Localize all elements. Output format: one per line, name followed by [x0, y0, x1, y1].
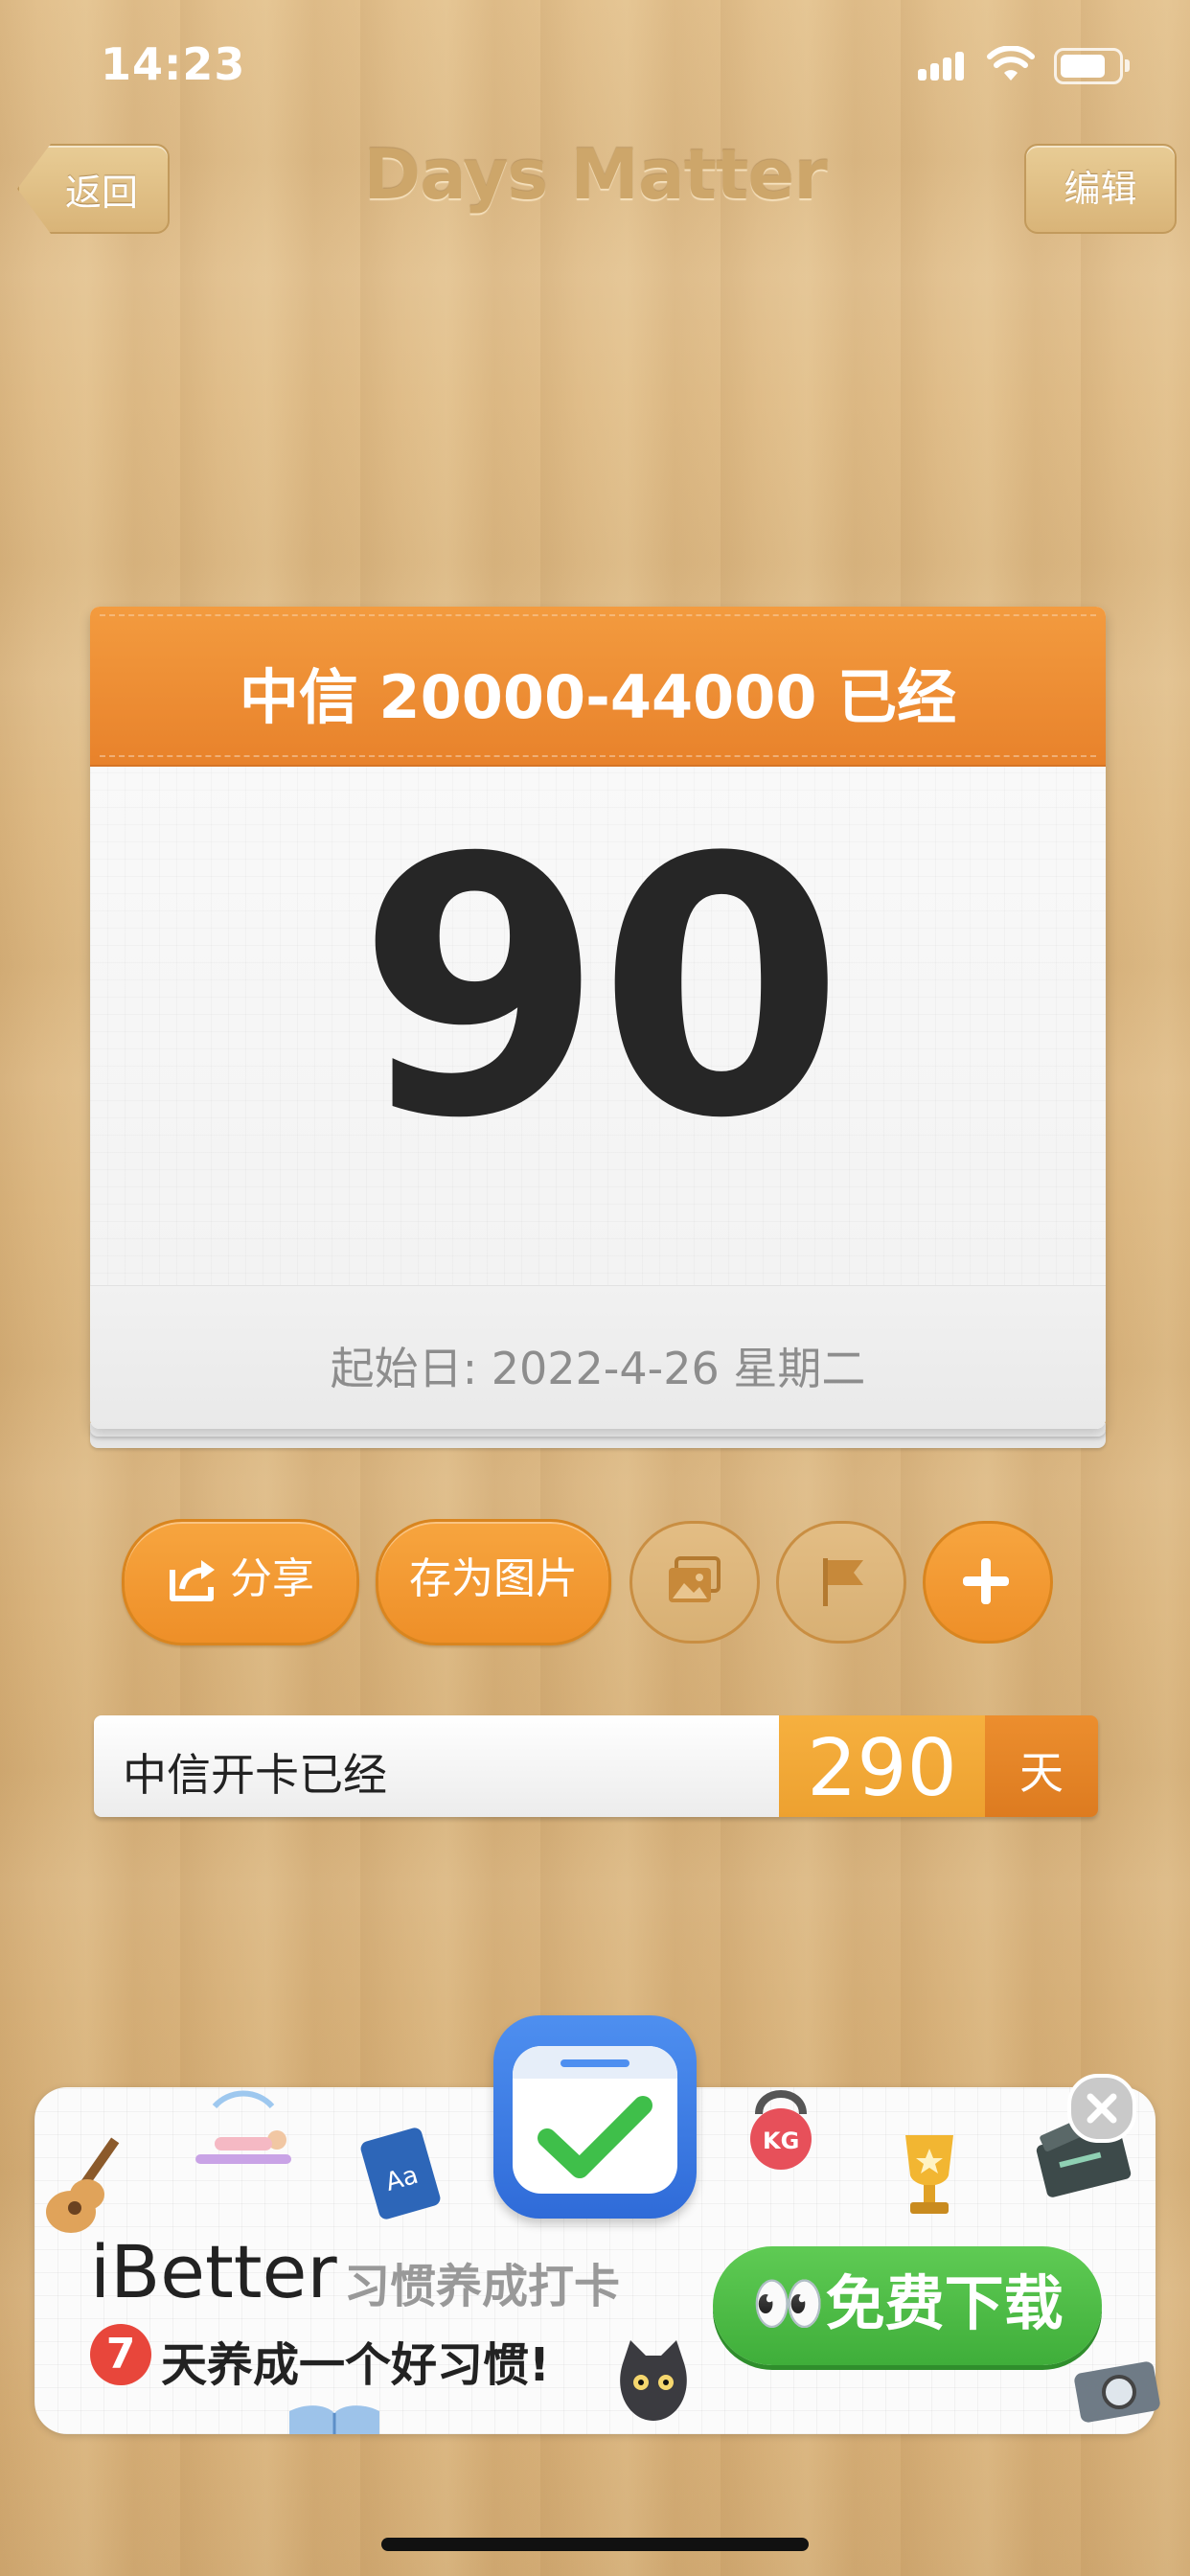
kettlebell-icon: KG [750, 2090, 812, 2170]
add-button[interactable] [923, 1521, 1053, 1644]
event-label-box: 中信开卡已经 [94, 1715, 779, 1817]
ibetter-app-icon[interactable] [493, 2015, 697, 2219]
cat-icon [620, 2340, 687, 2421]
flag-button[interactable] [776, 1521, 906, 1644]
image-icon [669, 1556, 721, 1602]
event-unit-box: 天 [985, 1715, 1098, 1817]
ad-slogan-number: 7 [90, 2324, 151, 2385]
book-icon: Aa [360, 2128, 441, 2220]
card-body: 中信 20000-44000 已经 90 起始日: 2022-4-26 星期二 [90, 607, 1106, 1429]
share-icon [170, 1560, 215, 1601]
wifi-icon [987, 46, 1035, 80]
share-button[interactable]: 分享 [122, 1519, 359, 1645]
secondary-event-row[interactable]: 中信开卡已经 290 天 [94, 1715, 1098, 1817]
status-time: 14:23 [101, 38, 246, 90]
trophy-icon [905, 2135, 953, 2214]
save-image-button-label: 存为图片 [409, 1554, 578, 1603]
close-icon [1087, 2093, 1117, 2124]
day-counter-card: 中信 20000-44000 已经 90 起始日: 2022-4-26 星期二 [90, 607, 1106, 1448]
start-date: 起始日: 2022-4-26 星期二 [330, 1343, 866, 1394]
share-button-label: 分享 [230, 1554, 314, 1603]
flag-icon [823, 1558, 863, 1606]
ad-tagline: 习惯养成打卡 [344, 2260, 621, 2313]
ad-slogan: 天养成一个好习惯! [161, 2338, 550, 2392]
checkmark-icon [538, 2096, 652, 2178]
yoga-icon [195, 2090, 291, 2164]
event-value-box: 290 [779, 1715, 985, 1817]
ad-download-label: 免费下载 [825, 2268, 1064, 2338]
background-image-button[interactable] [629, 1521, 760, 1644]
save-image-button[interactable]: 存为图片 [376, 1519, 611, 1645]
card-header: 中信 20000-44000 已经 [90, 607, 1106, 767]
battery-icon [1054, 48, 1130, 84]
ad-close-button[interactable] [1067, 2074, 1136, 2143]
event-unit: 天 [1019, 1747, 1064, 1799]
home-indicator [381, 2538, 809, 2551]
page-title: Days Matter [363, 134, 827, 215]
eyes-icon: 👀 [751, 2268, 826, 2338]
plus-icon [963, 1558, 1009, 1604]
day-count: 90 [356, 784, 845, 1196]
edit-button[interactable]: 编辑 [1024, 144, 1177, 234]
card-title: 中信 20000-44000 已经 [239, 662, 957, 732]
event-value: 290 [807, 1723, 957, 1814]
ad-brand: iBetter [90, 2229, 337, 2314]
ad-download-button[interactable]: 👀免费下载 [713, 2246, 1102, 2365]
card-footer: 起始日: 2022-4-26 星期二 [90, 1285, 1106, 1429]
open-book-icon [289, 2405, 379, 2434]
camera-icon [1074, 2361, 1160, 2423]
cellular-signal-icon [918, 52, 966, 80]
event-label: 中信开卡已经 [123, 1749, 387, 1801]
kettlebell-icon-text: KG [763, 2128, 799, 2154]
